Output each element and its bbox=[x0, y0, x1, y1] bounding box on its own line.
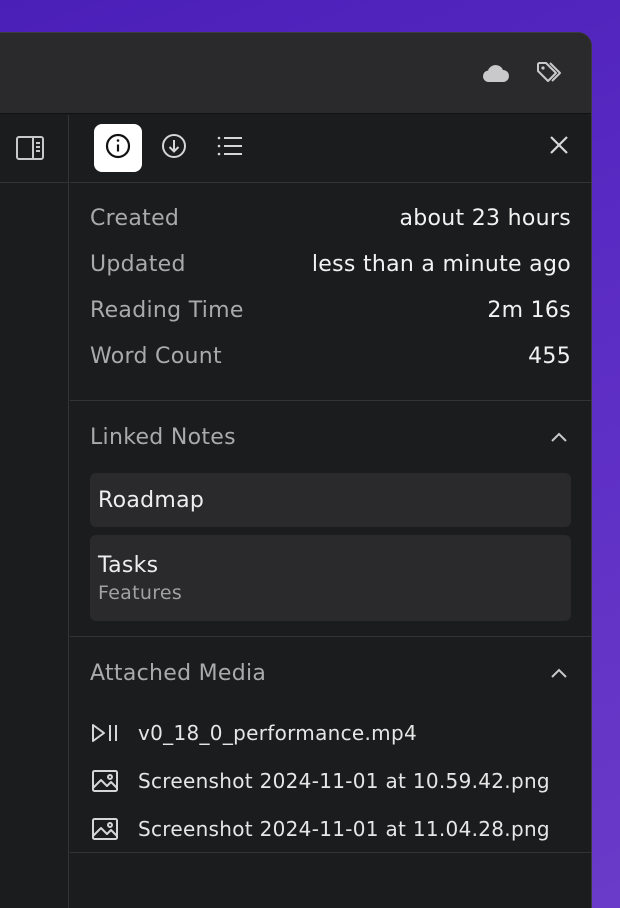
sidebar-toggle-icon[interactable] bbox=[15, 135, 45, 161]
metadata-label: Word Count bbox=[90, 344, 222, 369]
image-icon bbox=[90, 768, 120, 794]
close-icon bbox=[548, 134, 570, 160]
media-filename: Screenshot 2024-11-01 at 11.04.28.png bbox=[138, 817, 550, 841]
attached-media-section: Attached Media v0_18_0_performance.mp4 S… bbox=[70, 637, 591, 853]
metadata-label: Created bbox=[90, 206, 180, 231]
tab-download[interactable] bbox=[150, 124, 198, 172]
info-panel: Created about 23 hours Updated less than… bbox=[70, 115, 591, 908]
metadata-label: Updated bbox=[90, 252, 186, 277]
image-icon bbox=[90, 816, 120, 842]
chevron-up-icon[interactable] bbox=[547, 425, 571, 449]
media-item[interactable]: Screenshot 2024-11-01 at 11.04.28.png bbox=[70, 805, 591, 853]
metadata-value: about 23 hours bbox=[399, 206, 571, 231]
tab-info[interactable] bbox=[94, 124, 142, 172]
metadata-section: Created about 23 hours Updated less than… bbox=[70, 183, 591, 401]
download-icon bbox=[160, 132, 188, 164]
tags-icon[interactable] bbox=[535, 59, 567, 87]
tab-outline[interactable] bbox=[206, 124, 254, 172]
section-title: Linked Notes bbox=[90, 424, 236, 450]
media-item[interactable]: Screenshot 2024-11-01 at 10.59.42.png bbox=[70, 757, 591, 805]
metadata-value: 2m 16s bbox=[487, 298, 571, 323]
play-pause-icon bbox=[90, 720, 120, 746]
linked-notes-header[interactable]: Linked Notes bbox=[70, 401, 591, 473]
linked-note-title: Tasks bbox=[98, 552, 159, 578]
metadata-row-word-count: Word Count 455 bbox=[90, 339, 571, 385]
media-filename: v0_18_0_performance.mp4 bbox=[138, 721, 417, 745]
section-title: Attached Media bbox=[90, 660, 267, 686]
metadata-row-reading-time: Reading Time 2m 16s bbox=[90, 293, 571, 339]
linked-note-card[interactable]: Roadmap bbox=[90, 473, 571, 527]
cloud-icon[interactable] bbox=[479, 59, 511, 87]
left-sidebar-strip bbox=[0, 115, 69, 908]
linked-note-subtitle: Features bbox=[98, 581, 183, 604]
chevron-up-icon[interactable] bbox=[547, 661, 571, 685]
metadata-value: 455 bbox=[528, 344, 571, 369]
panel-toolbar bbox=[70, 115, 591, 183]
media-filename: Screenshot 2024-11-01 at 10.59.42.png bbox=[138, 769, 550, 793]
attached-media-header[interactable]: Attached Media bbox=[70, 637, 591, 709]
metadata-row-created: Created about 23 hours bbox=[90, 201, 571, 247]
title-bar bbox=[0, 33, 591, 114]
metadata-row-updated: Updated less than a minute ago bbox=[90, 247, 571, 293]
metadata-label: Reading Time bbox=[90, 298, 244, 323]
media-item[interactable]: v0_18_0_performance.mp4 bbox=[70, 709, 591, 757]
close-button[interactable] bbox=[543, 131, 575, 163]
metadata-value: less than a minute ago bbox=[311, 252, 571, 277]
linked-note-title: Roadmap bbox=[98, 487, 205, 513]
linked-notes-section: Linked Notes Roadmap Tasks Features bbox=[70, 401, 591, 637]
list-icon bbox=[216, 134, 244, 162]
app-window: Created about 23 hours Updated less than… bbox=[0, 32, 592, 908]
info-icon bbox=[104, 132, 132, 164]
linked-note-card[interactable]: Tasks Features bbox=[90, 535, 571, 621]
